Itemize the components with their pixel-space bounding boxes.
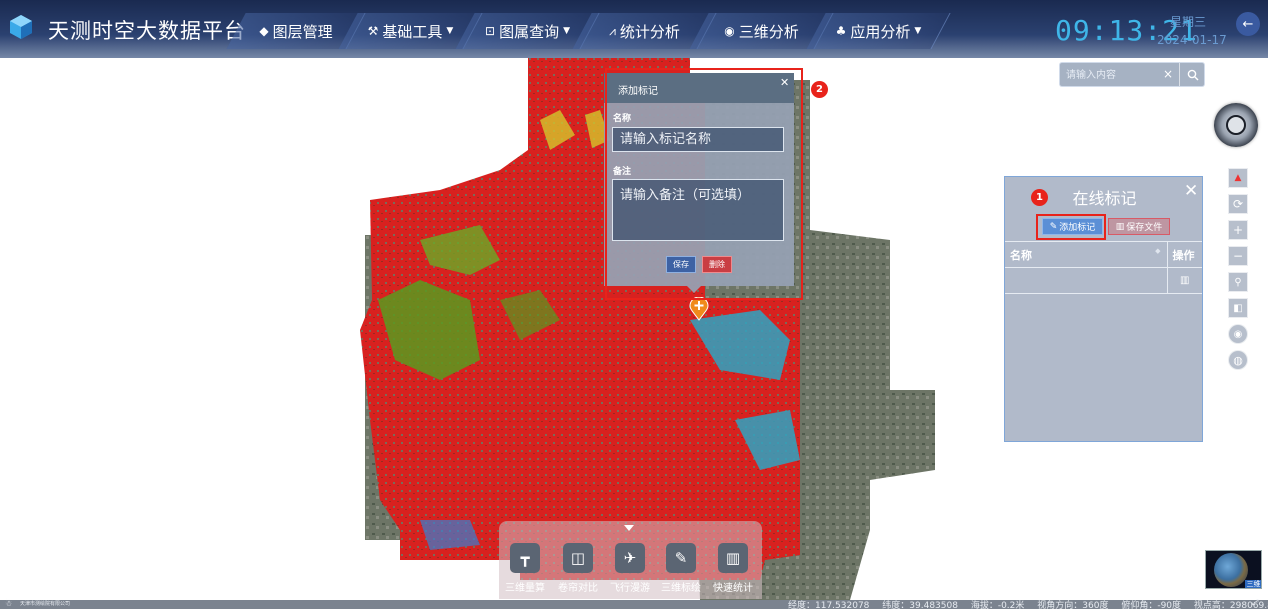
altitude-readout: 海拔：-0.2米 bbox=[970, 601, 1025, 609]
chevron-down-icon: ▼ bbox=[914, 26, 922, 36]
compass-center-icon bbox=[1226, 115, 1246, 135]
search-icon bbox=[1187, 69, 1198, 80]
pitch-readout: 俯仰角：-90度 bbox=[1121, 601, 1182, 609]
tool-3d-measure[interactable]: ┳ 三维量算 bbox=[502, 543, 548, 594]
search-box: × bbox=[1059, 62, 1205, 87]
highlight-box-1 bbox=[1036, 214, 1106, 240]
arrow-left-icon: ← bbox=[1242, 16, 1254, 32]
application-icon: ♣ bbox=[835, 24, 847, 38]
dialog-delete-button[interactable]: 删除 bbox=[702, 256, 732, 273]
marker-note-textarea[interactable] bbox=[612, 179, 784, 241]
tool-quick-stats[interactable]: ▥ 快速统计 bbox=[710, 543, 756, 594]
delete-row-button[interactable]: ▥ bbox=[1166, 267, 1202, 294]
panel-close-icon[interactable]: ✕ bbox=[1184, 181, 1198, 201]
north-reset-button[interactable]: ▲ bbox=[1228, 168, 1248, 188]
compass-widget[interactable] bbox=[1214, 103, 1258, 147]
tool-swipe-compare[interactable]: ◫ 卷帘对比 bbox=[555, 543, 601, 594]
main-nav: ◆ 图层管理 ⚒ 基础工具 ▼ ⊡ 图属查询 ▼ ⩘ 统计分析 ◉ 三维分析 ♣ 应用分析 ▼ bbox=[226, 13, 951, 49]
plot-icon: ✎ bbox=[666, 543, 696, 573]
step-badge-2: 2 bbox=[811, 81, 828, 98]
person-icon: ☃ bbox=[5, 599, 13, 608]
layers-icon: ◆ bbox=[259, 24, 269, 38]
map-marker-pin-icon[interactable] bbox=[689, 297, 709, 321]
location-button[interactable]: ⚲ bbox=[1228, 272, 1248, 292]
table-header-row: 名称 ◆ 操作 bbox=[1005, 241, 1202, 268]
markers-table: 名称 ◆ 操作 ▥ bbox=[1005, 241, 1202, 294]
status-bar: ☃ 天津市测绘院有限公司 经度：117.532078 纬度：39.483508 … bbox=[0, 598, 1268, 609]
sort-icon[interactable]: ◆ bbox=[1155, 247, 1160, 255]
column-action-header: 操作 bbox=[1166, 241, 1202, 268]
fullscreen-icon[interactable]: ⤢ bbox=[1252, 598, 1258, 608]
clock-weekday: 星期三 bbox=[1170, 15, 1207, 29]
zoom-out-button[interactable]: − bbox=[1228, 246, 1248, 266]
split-view-button[interactable]: ◧ bbox=[1228, 298, 1248, 318]
refresh-button[interactable]: ⟳ bbox=[1228, 194, 1248, 214]
chart-icon: ▥ bbox=[718, 543, 748, 573]
eye-icon: ◉ bbox=[1233, 328, 1243, 340]
refresh-icon: ⟳ bbox=[1232, 197, 1244, 211]
collapse-arrow-icon[interactable] bbox=[624, 525, 634, 531]
globe-button[interactable]: ◍ bbox=[1228, 350, 1248, 370]
nav-3d-analysis[interactable]: ◉ 三维分析 bbox=[689, 13, 834, 49]
dialog-pointer bbox=[687, 286, 701, 293]
note-label: 备注 bbox=[613, 167, 632, 177]
north-arrow-icon: ▲ bbox=[1234, 173, 1242, 183]
nav-statistics[interactable]: ⩘ 统计分析 bbox=[572, 13, 717, 49]
add-marker-dialog: 添加标记 ✕ 名称 备注 保存 删除 bbox=[604, 73, 794, 286]
3d-analysis-icon: ◉ bbox=[724, 24, 735, 38]
clear-icon[interactable]: × bbox=[1163, 67, 1173, 81]
nav-map-query[interactable]: ⊡ 图属查询 ▼ bbox=[455, 13, 600, 49]
flight-icon: ✈ bbox=[615, 543, 645, 573]
back-button[interactable]: ← bbox=[1236, 12, 1260, 36]
query-icon: ⊡ bbox=[485, 24, 496, 38]
trash-icon: ▥ bbox=[1115, 221, 1125, 232]
trash-icon: ▥ bbox=[1180, 275, 1190, 286]
app-logo-icon bbox=[10, 15, 32, 39]
longitude-readout: 经度：117.532078 bbox=[788, 601, 870, 609]
globe-thumbnail[interactable]: 三维 bbox=[1205, 550, 1262, 589]
dialog-title: 添加标记 bbox=[618, 86, 658, 97]
heading-readout: 视角方向：360度 bbox=[1037, 601, 1109, 609]
nav-basic-tools[interactable]: ⚒ 基础工具 ▼ bbox=[338, 13, 483, 49]
table-cell-name bbox=[1005, 267, 1167, 294]
zoom-in-button[interactable]: + bbox=[1228, 220, 1248, 240]
name-label: 名称 bbox=[613, 114, 632, 124]
column-name-header[interactable]: 名称 ◆ bbox=[1005, 241, 1167, 268]
minus-icon: − bbox=[1232, 249, 1244, 263]
dialog-close-icon[interactable]: ✕ bbox=[780, 76, 789, 89]
dialog-header: 添加标记 ✕ bbox=[604, 73, 794, 103]
marker-name-input[interactable] bbox=[612, 127, 784, 152]
split-view-icon: ◧ bbox=[1233, 302, 1243, 314]
tool-flight[interactable]: ✈ 飞行漫游 bbox=[607, 543, 653, 594]
location-icon: ⚲ bbox=[1234, 276, 1242, 288]
search-input[interactable] bbox=[1066, 66, 1166, 84]
latitude-readout: 纬度：39.483508 bbox=[882, 601, 958, 609]
measure-icon: ┳ bbox=[510, 543, 540, 573]
globe-mode-label: 三维 bbox=[1245, 580, 1261, 588]
copyright-text: 天津市测绘院有限公司 bbox=[20, 601, 71, 607]
dialog-save-button[interactable]: 保存 bbox=[666, 256, 696, 273]
save-file-button[interactable]: ▥ 保存文件 bbox=[1108, 218, 1170, 235]
plus-icon: + bbox=[1232, 223, 1244, 237]
top-header: 天测时空大数据平台 ◆ 图层管理 ⚒ 基础工具 ▼ ⊡ 图属查询 ▼ ⩘ 统计分析 ◉ 三维分… bbox=[0, 0, 1268, 58]
bottom-toolbar: ┳ 三维量算 ◫ 卷帘对比 ✈ 飞行漫游 ✎ 三维标绘 ▥ 快速统计 bbox=[499, 521, 762, 599]
app-title: 天测时空大数据平台 bbox=[48, 19, 246, 43]
table-row: ▥ bbox=[1005, 267, 1202, 294]
tools-icon: ⚒ bbox=[367, 24, 379, 38]
coordinate-readout: 经度：117.532078 纬度：39.483508 海拔：-0.2米 视角方向… bbox=[788, 598, 1268, 609]
globe-icon: ◍ bbox=[1233, 353, 1243, 367]
nav-application[interactable]: ♣ 应用分析 ▼ bbox=[806, 13, 951, 49]
clock-date: 2024-01-17 bbox=[1157, 33, 1227, 47]
nav-layer-management[interactable]: ◆ 图层管理 bbox=[226, 13, 366, 49]
online-markers-panel: 1 在线标记 ✕ ✎ 添加标记 ▥ 保存文件 名称 ◆ 操作 ▥ bbox=[1004, 176, 1203, 442]
earth-icon bbox=[1214, 553, 1248, 587]
chevron-down-icon: ▼ bbox=[446, 26, 454, 36]
panel-title: 在线标记 bbox=[1072, 189, 1137, 208]
view-button[interactable]: ◉ bbox=[1228, 324, 1248, 344]
statistics-icon: ⩘ bbox=[609, 23, 616, 38]
search-button[interactable] bbox=[1179, 63, 1205, 86]
tool-3d-plot[interactable]: ✎ 三维标绘 bbox=[658, 543, 704, 594]
swipe-compare-icon: ◫ bbox=[563, 543, 593, 573]
chevron-down-icon: ▼ bbox=[563, 26, 570, 36]
